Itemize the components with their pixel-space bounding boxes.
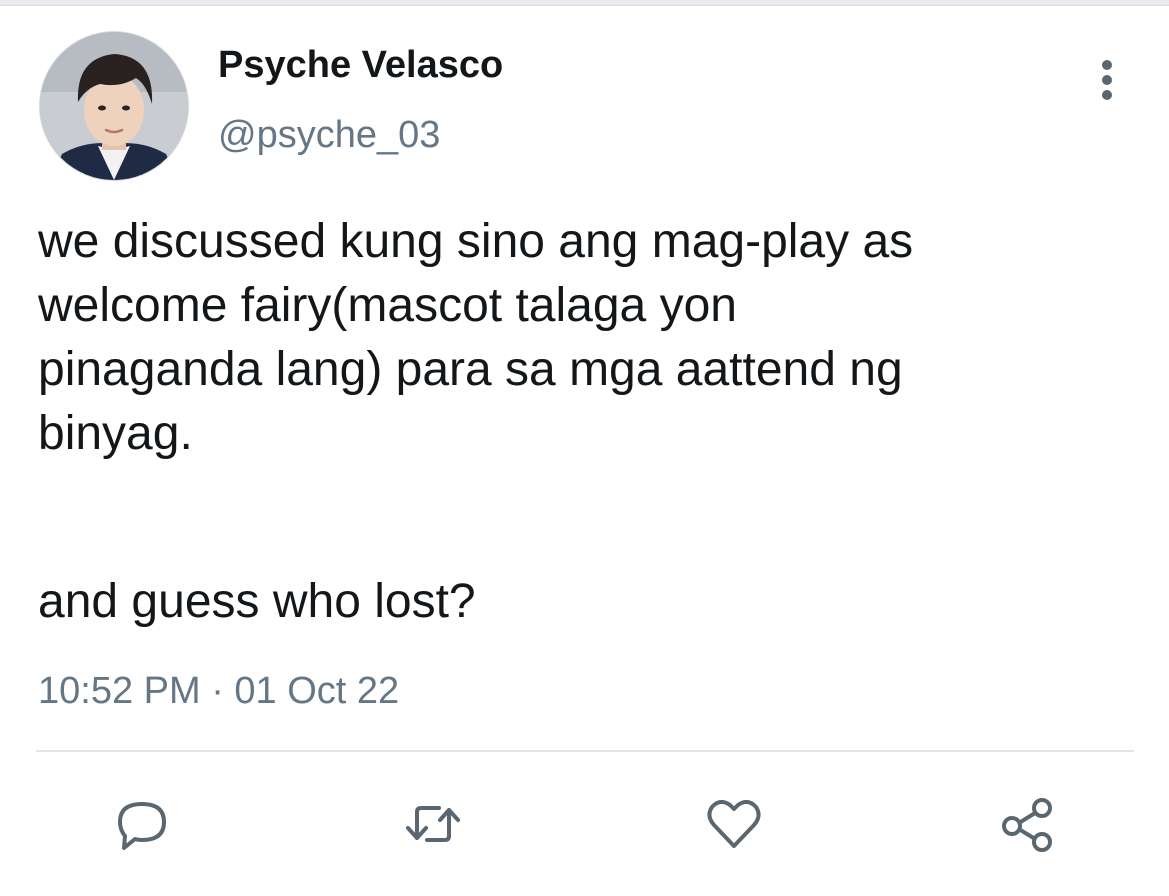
reply-button[interactable] xyxy=(110,792,174,856)
more-options-button[interactable] xyxy=(1090,56,1124,104)
tweet-text: we discussed kung sino ang mag-play as w… xyxy=(38,210,1138,634)
tweet-text-line: binyag. xyxy=(38,407,193,460)
tweet-paragraph-break xyxy=(38,466,1138,570)
retweet-button[interactable] xyxy=(401,792,465,856)
avatar-photo-icon xyxy=(40,32,188,180)
retweet-icon xyxy=(406,806,460,842)
tweet-text-line: welcome fairy(mascot talaga yon xyxy=(38,279,737,332)
author-handle[interactable]: @psyche_03 xyxy=(218,112,440,158)
share-icon xyxy=(1002,798,1052,852)
reply-icon xyxy=(118,802,166,850)
tweet-text-line: pinaganda lang) para sa mga aattend ng xyxy=(38,343,903,396)
more-options-icon-dot xyxy=(1102,75,1112,85)
tweet-text-line: we discussed kung sino ang mag-play as xyxy=(38,215,914,268)
more-options-icon xyxy=(1102,60,1112,70)
author-display-name[interactable]: Psyche Velasco xyxy=(218,42,503,88)
top-divider xyxy=(0,0,1169,6)
more-options-icon-dot xyxy=(1102,90,1112,100)
avatar[interactable] xyxy=(40,32,188,180)
tweet-text-line: and guess who lost? xyxy=(38,575,476,628)
tweet-timestamp[interactable]: 10:52 PM · 01 Oct 22 xyxy=(38,668,399,714)
like-icon xyxy=(707,800,761,848)
like-button[interactable] xyxy=(702,792,766,856)
share-button[interactable] xyxy=(996,792,1060,856)
actions-divider xyxy=(36,750,1134,752)
